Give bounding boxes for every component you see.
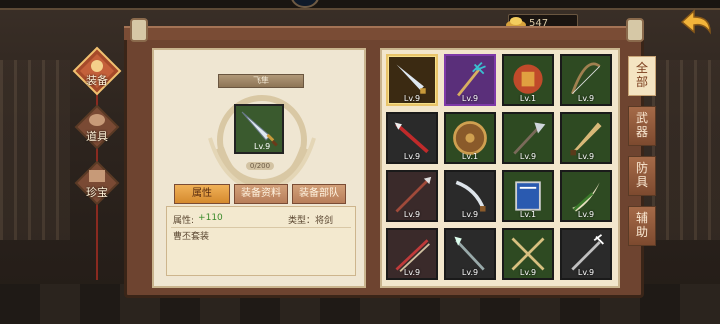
attribute-row: 属性: +110 类型：将剑 (173, 213, 353, 226)
sidebar-item-label: 珍宝 (86, 186, 108, 199)
frame-knob-right (626, 18, 644, 42)
frame-top-rail (124, 26, 644, 40)
sidebar-item-equipment[interactable]: 装备 (72, 46, 122, 96)
background-window-left (0, 60, 70, 240)
back-arrow-button[interactable] (678, 8, 714, 36)
inventory-slot[interactable]: Lv.9 (444, 228, 496, 280)
item-type: 类型：将剑 (287, 216, 333, 226)
item-level: Lv.9 (254, 142, 271, 151)
attribute-info-box: 属性: +110 类型：将剑 曹丕套装 (166, 206, 356, 276)
inventory-slot[interactable]: Lv.9 (560, 170, 612, 222)
info-divider (171, 227, 351, 228)
sidebar-item-props[interactable]: 道具 (72, 102, 122, 152)
slot-level: Lv.9 (403, 210, 421, 219)
sidebar-item-label: 道具 (86, 130, 108, 143)
tab-weapons[interactable]: 武器 (628, 106, 656, 146)
inventory-slot[interactable]: Lv.1 (502, 170, 554, 222)
attribute-label: 属性: (173, 216, 195, 226)
inventory-slot[interactable]: Lv.9 (502, 112, 554, 164)
slot-level: Lv.9 (577, 268, 595, 277)
slot-level: Lv.9 (403, 152, 421, 161)
inventory-slot[interactable]: Lv.9 (386, 112, 438, 164)
slot-level: Lv.9 (461, 94, 479, 103)
tab-equipment-info[interactable]: 装备资料 (234, 184, 288, 204)
inventory-slot[interactable]: Lv.1 (502, 54, 554, 106)
slot-level: Lv.9 (461, 210, 479, 219)
attribute-value: +110 (198, 213, 223, 223)
slot-level: Lv.9 (519, 152, 537, 161)
item-name: 飞隼 (218, 74, 304, 88)
inventory-slot[interactable]: Lv.9 (444, 170, 496, 222)
tab-accessories[interactable]: 辅助 (628, 206, 656, 246)
slot-level: Lv.1 (519, 94, 537, 103)
inventory-slot[interactable]: Lv.9 (386, 170, 438, 222)
exp-progress-text: 0/200 (249, 162, 271, 170)
slot-level: Lv.1 (519, 210, 537, 219)
top-ornament-bar (0, 0, 720, 10)
tab-attributes[interactable]: 属性 (174, 184, 230, 204)
tab-armor[interactable]: 防具 (628, 156, 656, 196)
detail-tabs: 属性 装备资料 装备部队 (174, 184, 346, 204)
inventory-slot[interactable]: Lv.9 (444, 54, 496, 106)
inventory-panel: Lv.9 Lv.9 Lv.1 Lv.9 Lv.9 Lv.1 Lv.9 Lv.9 Lv.9 Lv.9… (380, 48, 620, 288)
selected-item-slot: Lv.9 (234, 104, 284, 154)
slot-level: Lv.1 (461, 152, 479, 161)
tab-equipped-troops[interactable]: 装备部队 (292, 184, 346, 204)
item-detail-panel: 飞隼 Lv.9 0/200 属性 装备资料 装备部队 属性: +110 类型：将… (152, 48, 366, 288)
inventory-slot[interactable]: Lv.9 (560, 112, 612, 164)
slot-level: Lv.9 (461, 268, 479, 277)
inventory-slot[interactable]: Lv.9 (386, 54, 438, 106)
equipment-emblem-icon (72, 46, 122, 96)
treasure-emblem-icon (74, 160, 120, 206)
inventory-grid: Lv.9 Lv.9 Lv.1 Lv.9 Lv.9 Lv.1 Lv.9 Lv.9 Lv.9 Lv.9… (386, 54, 612, 280)
props-emblem-icon (74, 104, 120, 150)
sidebar-item-treasure[interactable]: 珍宝 (72, 158, 122, 208)
slot-level: Lv.9 (577, 210, 595, 219)
item-set-name: 曹丕套装 (173, 232, 210, 242)
inventory-slot[interactable]: Lv.9 (386, 228, 438, 280)
inventory-slot[interactable]: Lv.1 (444, 112, 496, 164)
slot-level: Lv.9 (403, 94, 421, 103)
slot-level: Lv.9 (577, 94, 595, 103)
inventory-slot[interactable]: Lv.9 (560, 228, 612, 280)
sidebar-item-label: 装备 (86, 74, 108, 87)
slot-level: Lv.9 (403, 268, 421, 277)
slot-level: Lv.9 (577, 152, 595, 161)
slot-level: Lv.9 (519, 268, 537, 277)
frame-knob-left (130, 18, 148, 42)
inventory-slot[interactable]: Lv.9 (560, 54, 612, 106)
category-tabs: 全部 武器 防具 辅助 (628, 56, 656, 246)
inventory-slot[interactable]: Lv.9 (502, 228, 554, 280)
tab-all[interactable]: 全部 (628, 56, 656, 96)
